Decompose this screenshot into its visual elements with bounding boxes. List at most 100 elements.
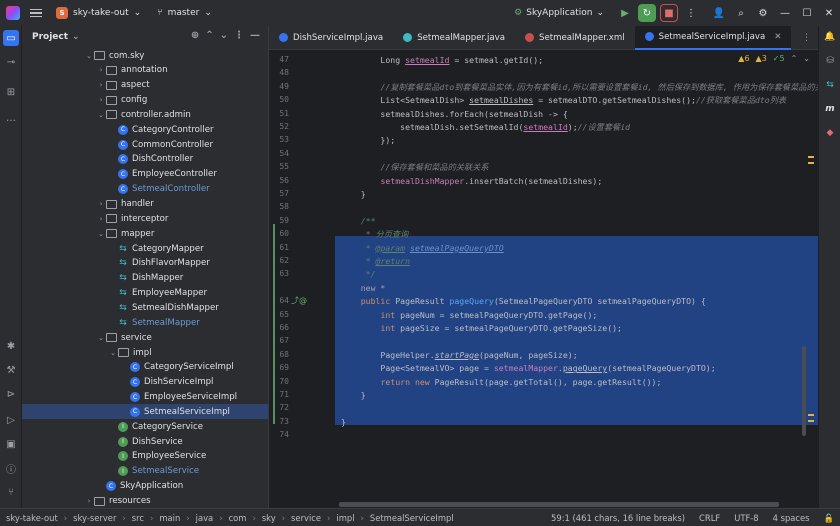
code-line[interactable]: * @param setmealPageQueryDTO <box>341 242 504 255</box>
run-config-selector[interactable]: ⚙ SkyApplication ⌄ <box>514 8 604 18</box>
tree-file[interactable]: C SkyApplication <box>22 479 268 494</box>
code-line[interactable]: public PageResult pageQuery(SetmealPageQ… <box>341 295 706 308</box>
locate-icon[interactable]: ⊕ <box>191 30 199 41</box>
code-line[interactable]: }); <box>341 134 395 147</box>
breadcrumb-item[interactable]: sky-take-out <box>6 513 58 523</box>
code-line[interactable]: } <box>341 416 346 429</box>
line-number[interactable]: 55 <box>269 162 289 171</box>
code-line[interactable]: } <box>341 188 366 201</box>
tree-folder[interactable]: ⌄ com.sky <box>22 48 268 63</box>
chevron-down-icon[interactable]: ⌄ <box>108 349 118 357</box>
tree-file[interactable]: ⇆ SetmealDishMapper <box>22 300 268 315</box>
chevron-right-icon[interactable]: › <box>84 497 94 505</box>
line-number[interactable]: 69 <box>269 363 289 372</box>
stop-button[interactable]: ■ <box>660 4 678 22</box>
code-line[interactable]: setmealDish.setSetmealId(setmealId);//设置… <box>341 121 630 134</box>
tree-folder[interactable]: ⌄ controller.admin <box>22 107 268 122</box>
tree-file[interactable]: C SetmealController <box>22 182 268 197</box>
line-number[interactable]: 56 <box>269 176 289 185</box>
editor-tab[interactable]: SetmealServiceImpl.java ✕ <box>634 25 792 50</box>
tree-folder[interactable]: ⌄ mapper <box>22 226 268 241</box>
line-gutter[interactable]: 47 48 49 50 51 52 53 54 55 56 57 58 59 60 61 62 63 64 ⤴@ 65… <box>269 50 319 508</box>
tree-file[interactable]: C EmployeeController <box>22 167 268 182</box>
code-line[interactable]: int pageNum = setmealPageQueryDTO.getPag… <box>341 309 597 322</box>
tree-file[interactable]: I EmployeeService <box>22 449 268 464</box>
line-number[interactable]: 53 <box>269 135 289 144</box>
chevron-right-icon[interactable]: › <box>96 215 106 223</box>
chevron-right-icon[interactable]: › <box>96 66 106 74</box>
code-line[interactable]: setmealDishes.forEach(setmealDish -> { <box>341 108 567 121</box>
close-tab-icon[interactable]: ✕ <box>774 32 781 42</box>
line-number[interactable]: 58 <box>269 202 289 211</box>
line-number[interactable]: 62 <box>269 256 289 265</box>
line-number[interactable]: 65 <box>269 310 289 319</box>
line-number[interactable]: 64 <box>269 296 289 305</box>
code-editor[interactable]: 47 48 49 50 51 52 53 54 55 56 57 58 59 60 61 62 63 64 ⤴@ 65… <box>269 50 840 508</box>
chevron-down-icon[interactable]: ⌄ <box>96 334 106 342</box>
code-line[interactable]: * @return <box>341 255 410 268</box>
line-number[interactable]: 74 <box>269 430 289 439</box>
debug-tool-icon[interactable]: ✱ <box>3 338 19 354</box>
more-actions-icon[interactable]: ⋮ <box>682 4 700 22</box>
tree-file[interactable]: I DishService <box>22 434 268 449</box>
breadcrumb-item[interactable]: sky <box>262 513 276 523</box>
line-number[interactable]: 66 <box>269 323 289 332</box>
editor-vertical-scrollbar[interactable] <box>802 346 806 436</box>
tree-file[interactable]: ⇆ CategoryMapper <box>22 241 268 256</box>
code-line[interactable]: //复制套餐菜品dto到套餐菜品实体,因为有套餐id,所以需要设置套餐id, 然… <box>341 81 840 94</box>
add-user-icon[interactable]: 👤 <box>710 4 728 22</box>
code-line[interactable]: List<SetmealDish> setmealDishes = setmea… <box>341 94 786 107</box>
tree-file[interactable]: ⇆ SetmealMapper <box>22 315 268 330</box>
line-number[interactable]: 68 <box>269 350 289 359</box>
tree-folder[interactable]: › annotation <box>22 63 268 78</box>
breadcrumb-item[interactable]: impl <box>336 513 354 523</box>
tree-file[interactable]: I CategoryService <box>22 419 268 434</box>
editor-tab[interactable]: DishServiceImpl.java <box>269 26 393 50</box>
line-number[interactable]: 71 <box>269 390 289 399</box>
maven-tool-icon[interactable]: m <box>823 102 837 116</box>
mybatis-tool-icon[interactable]: ⇆ <box>823 78 837 92</box>
line-number[interactable]: 59 <box>269 216 289 225</box>
breadcrumb-item[interactable]: com <box>229 513 247 523</box>
more-options-icon[interactable]: ⋮ <box>234 30 244 41</box>
line-number[interactable]: 73 <box>269 417 289 426</box>
project-switcher[interactable]: S sky-take-out ⌄ <box>56 7 141 19</box>
indent-setting[interactable]: 4 spaces <box>773 513 810 523</box>
tree-file[interactable]: ⇆ DishFlavorMapper <box>22 256 268 271</box>
chevron-down-icon[interactable]: ⌄ <box>96 111 106 119</box>
tree-file[interactable]: C DishController <box>22 152 268 167</box>
tree-file[interactable]: C CategoryController <box>22 122 268 137</box>
code-line[interactable]: PageHelper.startPage(pageNum, pageSize); <box>341 349 577 362</box>
rerun-button[interactable]: ↻ <box>638 4 656 22</box>
line-number[interactable]: 63 <box>269 269 289 278</box>
problems-tool-icon[interactable]: ⓘ <box>3 460 19 476</box>
tree-folder[interactable]: › config <box>22 93 268 108</box>
tree-file[interactable]: C CommonController <box>22 137 268 152</box>
build-tool-icon[interactable]: ⚒ <box>3 362 19 378</box>
tree-file[interactable]: C DishServiceImpl <box>22 375 268 390</box>
breadcrumb-item[interactable]: main <box>159 513 180 523</box>
code-line[interactable]: */ <box>341 268 376 281</box>
code-line[interactable]: int pageSize = setmealPageQueryDTO.getPa… <box>341 322 622 335</box>
tree-folder[interactable]: › resources <box>22 494 268 509</box>
line-number[interactable]: 49 <box>269 82 289 91</box>
tree-folder[interactable]: ⌄ impl <box>22 345 268 360</box>
error-stripe-marks[interactable] <box>808 156 814 426</box>
chevron-right-icon[interactable]: › <box>96 96 106 104</box>
run-tool-icon[interactable]: ▷ <box>3 412 19 428</box>
file-encoding[interactable]: UTF-8 <box>734 513 758 523</box>
line-number[interactable]: 72 <box>269 403 289 412</box>
ide-logo-icon[interactable] <box>6 6 20 20</box>
breadcrumb-item[interactable]: service <box>291 513 321 523</box>
hide-panel-icon[interactable]: — <box>250 30 260 41</box>
tree-file[interactable]: I SetmealService <box>22 464 268 479</box>
line-number[interactable]: 57 <box>269 189 289 198</box>
line-number[interactable]: 47 <box>269 55 289 64</box>
ai-assistant-icon[interactable]: ◆ <box>823 126 837 140</box>
line-number[interactable]: 70 <box>269 377 289 386</box>
tree-file[interactable]: C CategoryServiceImpl <box>22 360 268 375</box>
structure-tool-icon[interactable]: ⊞ <box>3 84 19 100</box>
editor-horizontal-scrollbar[interactable] <box>339 502 779 507</box>
breadcrumb-item[interactable]: SetmealServiceImpl <box>370 513 454 523</box>
chevron-down-icon[interactable]: ⌄ <box>84 52 94 60</box>
